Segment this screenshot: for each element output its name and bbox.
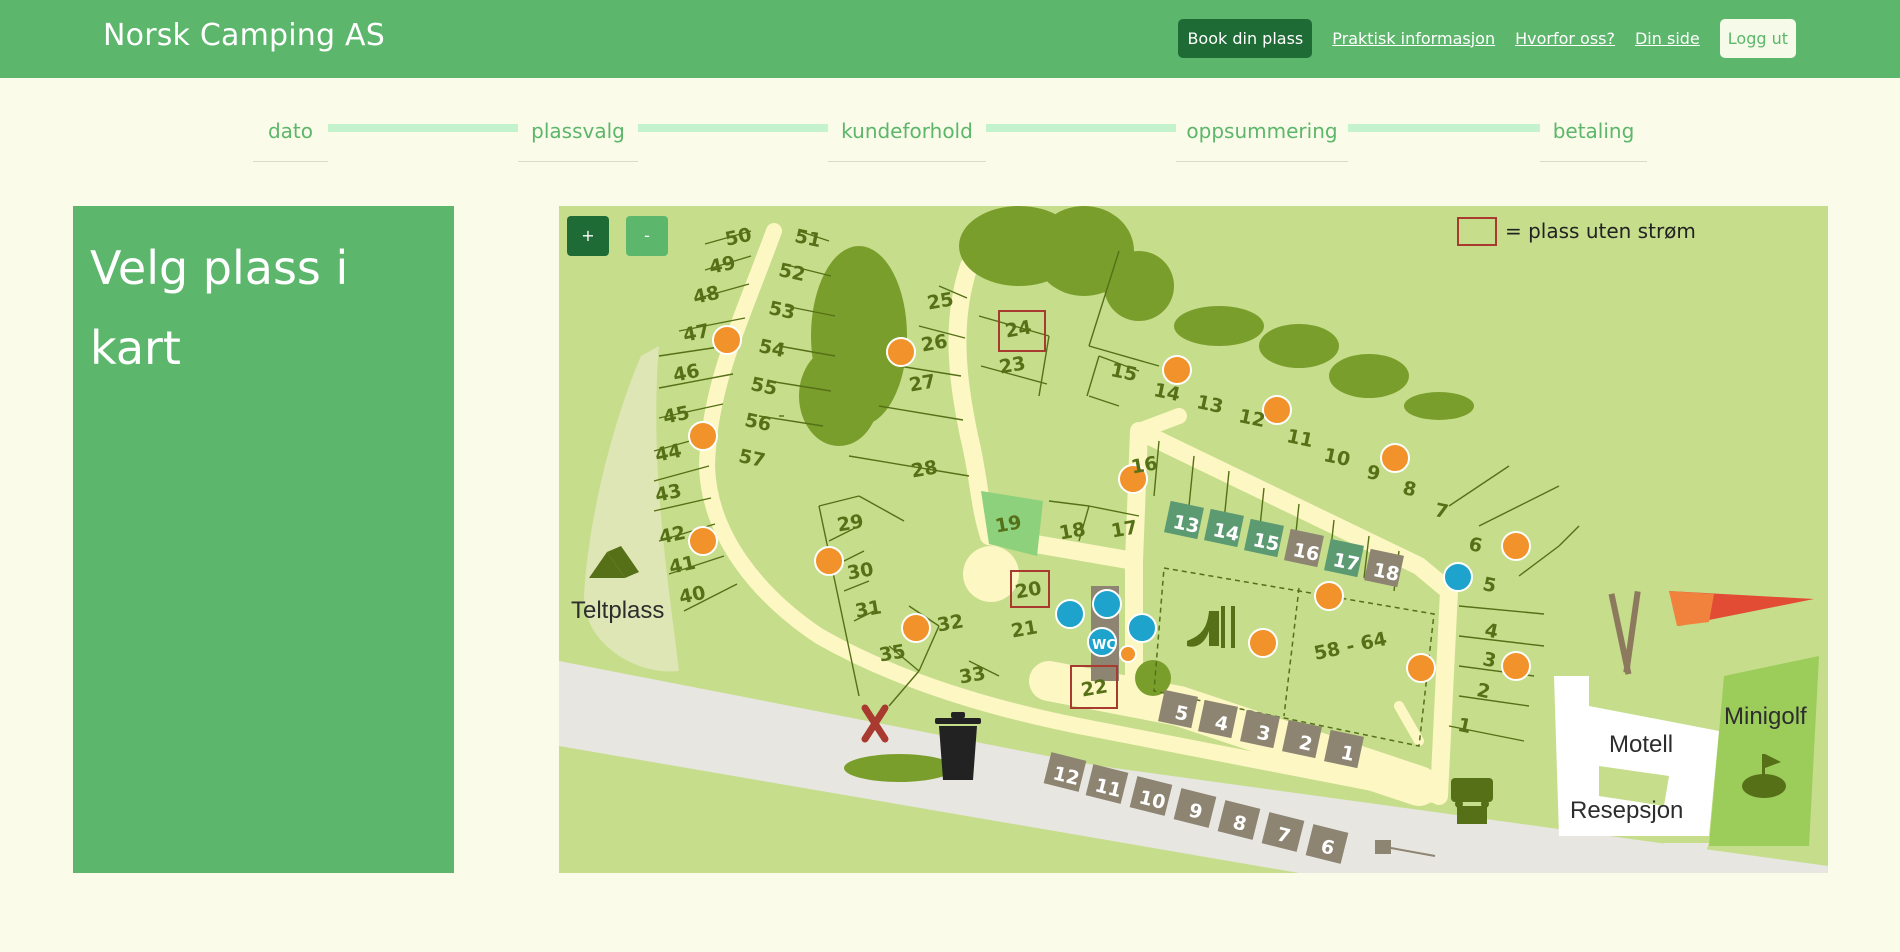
site-label: 42 — [657, 522, 687, 549]
site-label: 44 — [653, 440, 683, 467]
motel-label: Motell — [1609, 731, 1673, 758]
site-label: 5 — [1481, 573, 1499, 597]
playground-icon — [1187, 606, 1235, 648]
site-label: 27 — [907, 370, 937, 396]
site-label: 51 — [793, 225, 823, 252]
site-label: 41 — [667, 552, 697, 579]
site-label: 10 — [1322, 444, 1352, 471]
site-label: 17 — [1109, 516, 1139, 542]
campsite-map[interactable]: 1 2 3 4 5 6 7 8 9 10 11 12 13 14 15 16 1… — [559, 206, 1828, 873]
zoom-out-button[interactable]: - — [626, 216, 668, 256]
step-summary[interactable]: oppsummering — [1176, 115, 1348, 162]
map-legend: = plass uten strøm — [1457, 216, 1696, 246]
panel-title: Velg plass i kart — [90, 241, 349, 375]
tent-area-label: Teltplass — [571, 597, 664, 624]
site-label: 30 — [845, 558, 875, 584]
step-payment[interactable]: betaling — [1540, 115, 1647, 162]
site-label: 29 — [835, 510, 865, 536]
legend-label: = plass uten strøm — [1505, 219, 1696, 243]
logout-button[interactable]: Logg ut — [1719, 18, 1796, 58]
site-label: 40 — [677, 582, 707, 609]
play-field-divider — [1283, 587, 1300, 717]
step-connector — [638, 124, 828, 132]
step-date[interactable]: dato — [253, 115, 328, 162]
site-label: 23 — [997, 352, 1027, 378]
site-label: 8 — [1401, 477, 1419, 501]
site-label: 19 — [993, 511, 1023, 537]
selection-panel: Velg plass i kart — [73, 206, 454, 873]
site-label: 52 — [777, 259, 807, 286]
site-label: 1 — [1456, 714, 1474, 738]
no-power-legend-swatch — [1457, 216, 1497, 246]
step-connector — [1348, 124, 1540, 132]
site-label: 4 — [1483, 619, 1501, 643]
site-label: 7 — [1433, 499, 1451, 523]
step-site-selection[interactable]: plassvalg — [518, 115, 638, 162]
site-label: 24 — [1003, 316, 1033, 342]
site-label: 13 — [1195, 391, 1225, 418]
site-label: 25 — [925, 288, 955, 314]
site-label: 50 — [723, 224, 753, 251]
site-label: 54 — [757, 335, 787, 362]
site-label: 15 — [1109, 359, 1139, 386]
site-label: 45 — [661, 402, 691, 429]
site-label: 9 — [1365, 461, 1383, 485]
minigolf-label: Minigolf — [1724, 703, 1807, 730]
site-label: 31 — [853, 596, 883, 622]
field-label: 58 - 64 — [1312, 628, 1389, 665]
site-label: 49 — [707, 252, 737, 279]
map-canvas: 1 2 3 4 5 6 7 8 9 10 11 12 13 14 15 16 1… — [559, 206, 1828, 873]
site-label: 43 — [653, 480, 683, 507]
site-labels: 1 2 3 4 5 6 7 8 9 10 11 12 13 14 15 16 1… — [653, 224, 1500, 738]
site-label: 28 — [909, 456, 939, 482]
motorhome-service-icon — [1451, 778, 1493, 824]
site-label: 57 — [737, 445, 767, 472]
site-label: 56 — [743, 409, 773, 436]
nav-link-why-us[interactable]: Hvorfor oss? — [1515, 29, 1615, 48]
site-label: 35 — [877, 640, 907, 666]
site-label: 3 — [1481, 648, 1499, 672]
site-label: 55 — [749, 373, 779, 400]
site-label: 11 — [1285, 425, 1315, 452]
site-label: 46 — [671, 360, 701, 387]
site-label: 33 — [957, 662, 987, 688]
zoom-in-button[interactable]: + — [567, 216, 609, 256]
step-connector — [986, 124, 1176, 132]
windsock-icon — [1608, 590, 1814, 675]
site-label: 26 — [919, 330, 949, 356]
booking-stepper: dato plassvalg kundeforhold oppsummering… — [0, 105, 1900, 162]
top-navigation-bar: Norsk Camping AS Book din plass Praktisk… — [0, 0, 1900, 78]
site-label: 32 — [935, 610, 965, 636]
book-button[interactable]: Book din plass — [1178, 18, 1313, 58]
nav-link-my-page[interactable]: Din side — [1635, 29, 1700, 48]
step-customer[interactable]: kundeforhold — [828, 115, 986, 162]
site-label: 22 — [1079, 675, 1109, 701]
brand-title[interactable]: Norsk Camping AS — [103, 18, 385, 53]
site-label: 18 — [1057, 518, 1087, 544]
minigolf-area — [1709, 656, 1819, 846]
site-label: 6 — [1467, 533, 1485, 557]
site-label: 16 — [1129, 452, 1159, 478]
main-nav: Book din plass Praktisk informasjon Hvor… — [1178, 18, 1796, 58]
site-label: 21 — [1009, 616, 1039, 642]
site-label: 47 — [681, 320, 711, 347]
wc-label: WC — [1092, 638, 1116, 653]
nav-link-practical-info[interactable]: Praktisk informasjon — [1332, 29, 1495, 48]
site-label: 20 — [1013, 577, 1043, 603]
site-label: 14 — [1152, 379, 1182, 406]
site-label: 12 — [1237, 405, 1267, 432]
step-connector — [328, 124, 518, 132]
site-label: 53 — [767, 297, 797, 324]
reception-label: Resepsjon — [1570, 797, 1683, 824]
site-label: 48 — [691, 282, 721, 309]
